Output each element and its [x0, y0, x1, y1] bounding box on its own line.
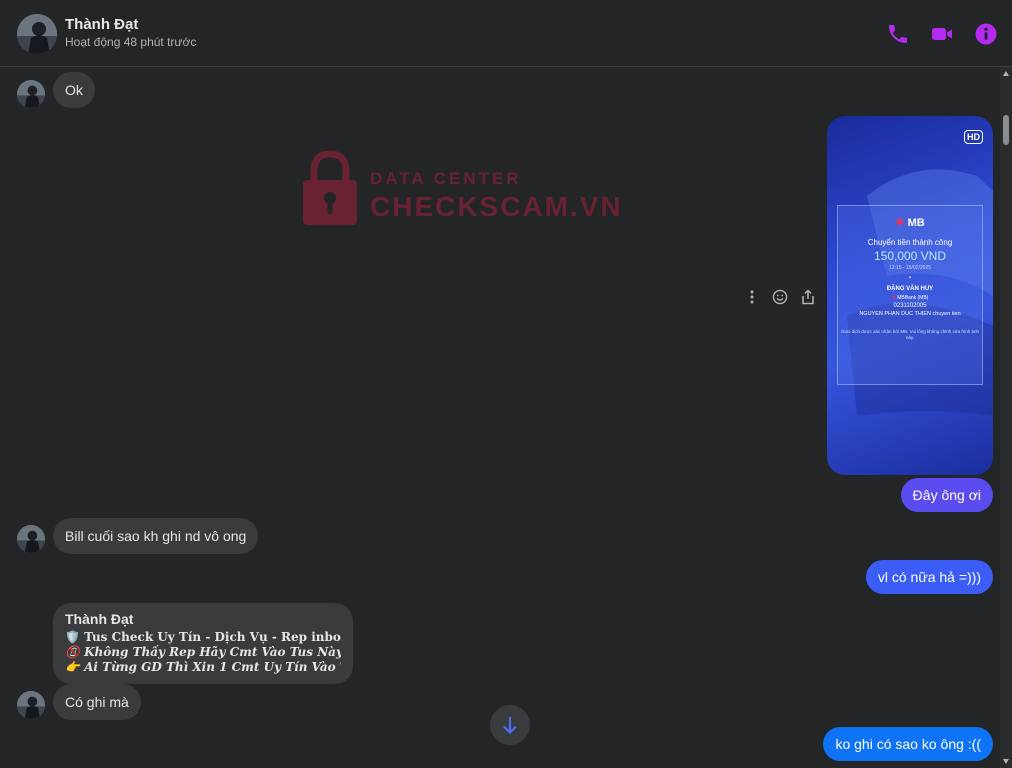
- contact-status: Hoạt động 48 phút trước: [65, 35, 197, 49]
- scroll-down-arrow-icon[interactable]: [1003, 759, 1009, 764]
- shared-post-author: Thành Đạt: [65, 611, 134, 627]
- message-list[interactable]: DATA CENTER CHECKSCAM.VN Ok HD ✱ MB Chuy…: [0, 67, 1012, 768]
- contact-avatar[interactable]: [17, 14, 57, 54]
- receipt-account: 0231102005: [893, 303, 927, 309]
- receipt-recipient-bank: MBBank (MB): [897, 295, 929, 301]
- watermark-top-text: DATA CENTER: [370, 169, 522, 188]
- watermark-main-text: CHECKSCAM.VN: [370, 191, 623, 222]
- phone-icon[interactable]: [886, 22, 910, 46]
- receipt-title: Chuyển tiền thành công: [867, 238, 953, 247]
- padlock-icon: [303, 151, 357, 225]
- chat-header: Thành Đạt Hoạt động 48 phút trước: [0, 0, 1012, 67]
- mb-star-icon: ✱: [891, 295, 896, 301]
- sender-avatar[interactable]: [17, 80, 45, 108]
- scroll-to-bottom-button[interactable]: [490, 705, 530, 745]
- scrollbar[interactable]: [1000, 67, 1012, 768]
- info-icon[interactable]: [974, 22, 998, 46]
- arrow-down-icon: [503, 717, 517, 735]
- message-incoming[interactable]: Ok: [53, 72, 95, 108]
- receipt-recipient: ĐẶNG VĂN HUY: [886, 286, 934, 292]
- sender-avatar[interactable]: [17, 691, 45, 719]
- shared-post-line: 🛡️ Tus Check Uy Tín - Dịch Vụ - Rep inbo…: [65, 630, 341, 644]
- transfer-receipt-image[interactable]: HD ✱ MB Chuyển tiền thành công 150,000 V…: [827, 116, 993, 475]
- receipt-arrow-icon: ⬩: [908, 275, 912, 281]
- message-outgoing[interactable]: ko ghi có sao ko ông :((: [823, 727, 993, 761]
- scroll-up-arrow-icon[interactable]: [1003, 71, 1009, 76]
- scrollbar-thumb[interactable]: [1003, 115, 1009, 145]
- receipt-time: 12:15 - 15/02/2025: [889, 265, 931, 271]
- emoji-react-icon[interactable]: [772, 289, 788, 305]
- mb-star-icon: ✱: [895, 217, 905, 229]
- hd-badge: HD: [964, 130, 983, 144]
- message-outgoing[interactable]: vl có nữa hả =))): [865, 560, 993, 594]
- message-outgoing[interactable]: Đây ông ơi: [900, 478, 993, 512]
- message-incoming[interactable]: Có ghi mà: [53, 684, 141, 720]
- receipt-description: NGUYEN PHAN DUC THIEN chuyen tien: [859, 311, 961, 317]
- receipt-amount: 150,000 VND: [873, 249, 947, 263]
- share-icon[interactable]: [800, 289, 816, 305]
- video-camera-icon[interactable]: [930, 22, 954, 46]
- shared-post-line: 👉 Ai Từng GD Thì Xin 1 Cmt Uy Tín Vào Tu…: [65, 660, 341, 674]
- sender-avatar[interactable]: [17, 525, 45, 553]
- receipt-bank-logo: MB: [907, 217, 925, 229]
- shared-post-card[interactable]: Thành Đạt 🛡️ Tus Check Uy Tín - Dịch Vụ …: [53, 603, 353, 684]
- message-incoming[interactable]: Bill cuối sao kh ghi nd vô ong: [53, 518, 259, 554]
- checkscam-watermark: DATA CENTER CHECKSCAM.VN: [300, 151, 640, 231]
- receipt-note: Giao dịch được xác nhận bởi MB. Vui lòng…: [840, 329, 980, 340]
- more-options-icon[interactable]: [744, 289, 760, 305]
- receipt-card: ✱ MB Chuyển tiền thành công 150,000 VND …: [837, 205, 983, 385]
- shared-post-line: 📵 Không Thấy Rep Hãy Cmt Vào Tus Này 📌: [65, 645, 341, 659]
- contact-name[interactable]: Thành Đạt: [65, 16, 138, 33]
